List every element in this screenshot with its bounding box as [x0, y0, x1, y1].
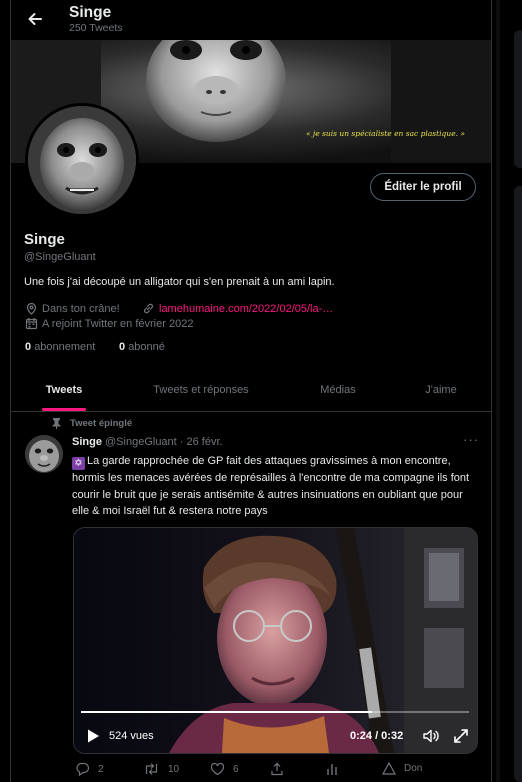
calendar-icon	[25, 318, 38, 330]
analytics-button[interactable]	[325, 762, 339, 776]
video-time: 0:24 / 0:32	[350, 730, 404, 742]
donate-label: Don	[404, 763, 423, 774]
donate-button[interactable]: Don	[382, 762, 422, 775]
fullscreen-icon[interactable]	[452, 727, 470, 745]
pin-icon	[52, 418, 61, 429]
like-icon	[210, 762, 225, 776]
banner-caption: « je suis un spécialiste en sac plastiqu…	[305, 129, 465, 138]
profile-handle: @SingeGluant	[24, 251, 96, 263]
profile-avatar[interactable]	[25, 103, 139, 217]
video-progress-bar[interactable]	[81, 711, 469, 713]
followers-count: 0	[119, 341, 126, 353]
website-link[interactable]: lamehumaine.com/2022/02/05/la-…	[159, 303, 333, 315]
star-of-david-icon: ✡	[72, 457, 85, 470]
tweet-handle-date[interactable]: @SingeGluant · 26 févr.	[105, 436, 223, 448]
sidebar-card	[514, 30, 522, 168]
like-button[interactable]: 6	[210, 762, 239, 776]
reply-count: 2	[98, 763, 104, 775]
joined-text: A rejoint Twitter en février 2022	[42, 317, 194, 330]
video-progress-fill	[81, 711, 372, 713]
profile-tabs: Tweets Tweets et réponses Médias J'aime	[11, 369, 491, 412]
tab-label: Tweets	[45, 384, 83, 396]
retweet-count: 10	[168, 763, 180, 775]
tweet-header: Singe @SingeGluant · 26 févr.	[72, 436, 223, 448]
profile-joined: A rejoint Twitter en février 2022	[25, 317, 193, 330]
location-icon	[26, 302, 37, 315]
link-icon	[144, 303, 153, 314]
tab-label: Médias	[320, 384, 356, 396]
tweet-author[interactable]: Singe	[72, 436, 102, 448]
scrollbar-track[interactable]	[496, 0, 500, 782]
tab-likes[interactable]: J'aime	[391, 369, 491, 411]
tab-active-indicator	[42, 408, 86, 411]
profile-header-bar: Singe 250 Tweets	[11, 0, 491, 40]
followers-label: abonné	[128, 341, 165, 353]
tab-tweets[interactable]: Tweets	[11, 369, 117, 411]
profile-website[interactable]: lamehumaine.com/2022/02/05/la-…	[142, 302, 333, 315]
followers-link[interactable]: 0 abonné	[119, 341, 165, 353]
header-title: Singe	[69, 4, 112, 21]
tweet-actions: 2 10 6 Don	[72, 762, 491, 782]
analytics-icon	[327, 764, 337, 775]
reply-button[interactable]: 2	[75, 762, 104, 776]
tweet-text: ✡ La garde rapprochée de GP fait des atta…	[72, 453, 482, 520]
retweet-icon	[145, 763, 158, 775]
profile-name: Singe	[24, 231, 65, 248]
edit-profile-button[interactable]: Éditer le profil	[370, 173, 476, 201]
tab-media[interactable]: Médias	[285, 369, 391, 411]
back-arrow-icon[interactable]	[25, 9, 45, 29]
tweet-avatar[interactable]	[25, 435, 63, 473]
video-views: 524 vues	[109, 730, 154, 742]
share-icon	[271, 762, 283, 776]
following-label: abonnement	[34, 341, 96, 353]
play-icon[interactable]	[86, 728, 100, 744]
profile-location: Dans ton crâne!	[25, 302, 120, 315]
reply-icon	[76, 762, 90, 776]
sidebar-card	[514, 186, 522, 782]
more-icon[interactable]: ···	[463, 432, 479, 447]
profile-column: Singe 250 Tweets « je suis un spécialist…	[10, 0, 492, 782]
following-count: 0	[25, 341, 32, 353]
tweet-video[interactable]: 524 vues 0:24 / 0:32	[73, 527, 478, 754]
retweet-button[interactable]: 10	[143, 762, 179, 776]
tab-label: J'aime	[425, 384, 457, 396]
tab-tweets-replies[interactable]: Tweets et réponses	[117, 369, 285, 411]
tab-label: Tweets et réponses	[153, 384, 249, 396]
location-text: Dans ton crâne!	[42, 302, 120, 315]
following-link[interactable]: 0 abonnement	[25, 341, 95, 353]
right-sidebar	[514, 0, 522, 782]
header-tweet-count: 250 Tweets	[69, 22, 123, 34]
like-count: 6	[233, 763, 239, 775]
volume-icon[interactable]	[422, 727, 440, 745]
donate-icon	[382, 762, 396, 775]
share-button[interactable]	[270, 762, 284, 776]
profile-bio: Une fois j'ai découpé un alligator qui s…	[24, 276, 335, 288]
pinned-indicator: Tweet épinglé	[51, 417, 132, 429]
tweet-body: La garde rapprochée de GP fait des attaq…	[72, 455, 470, 517]
pinned-label: Tweet épinglé	[70, 417, 133, 429]
